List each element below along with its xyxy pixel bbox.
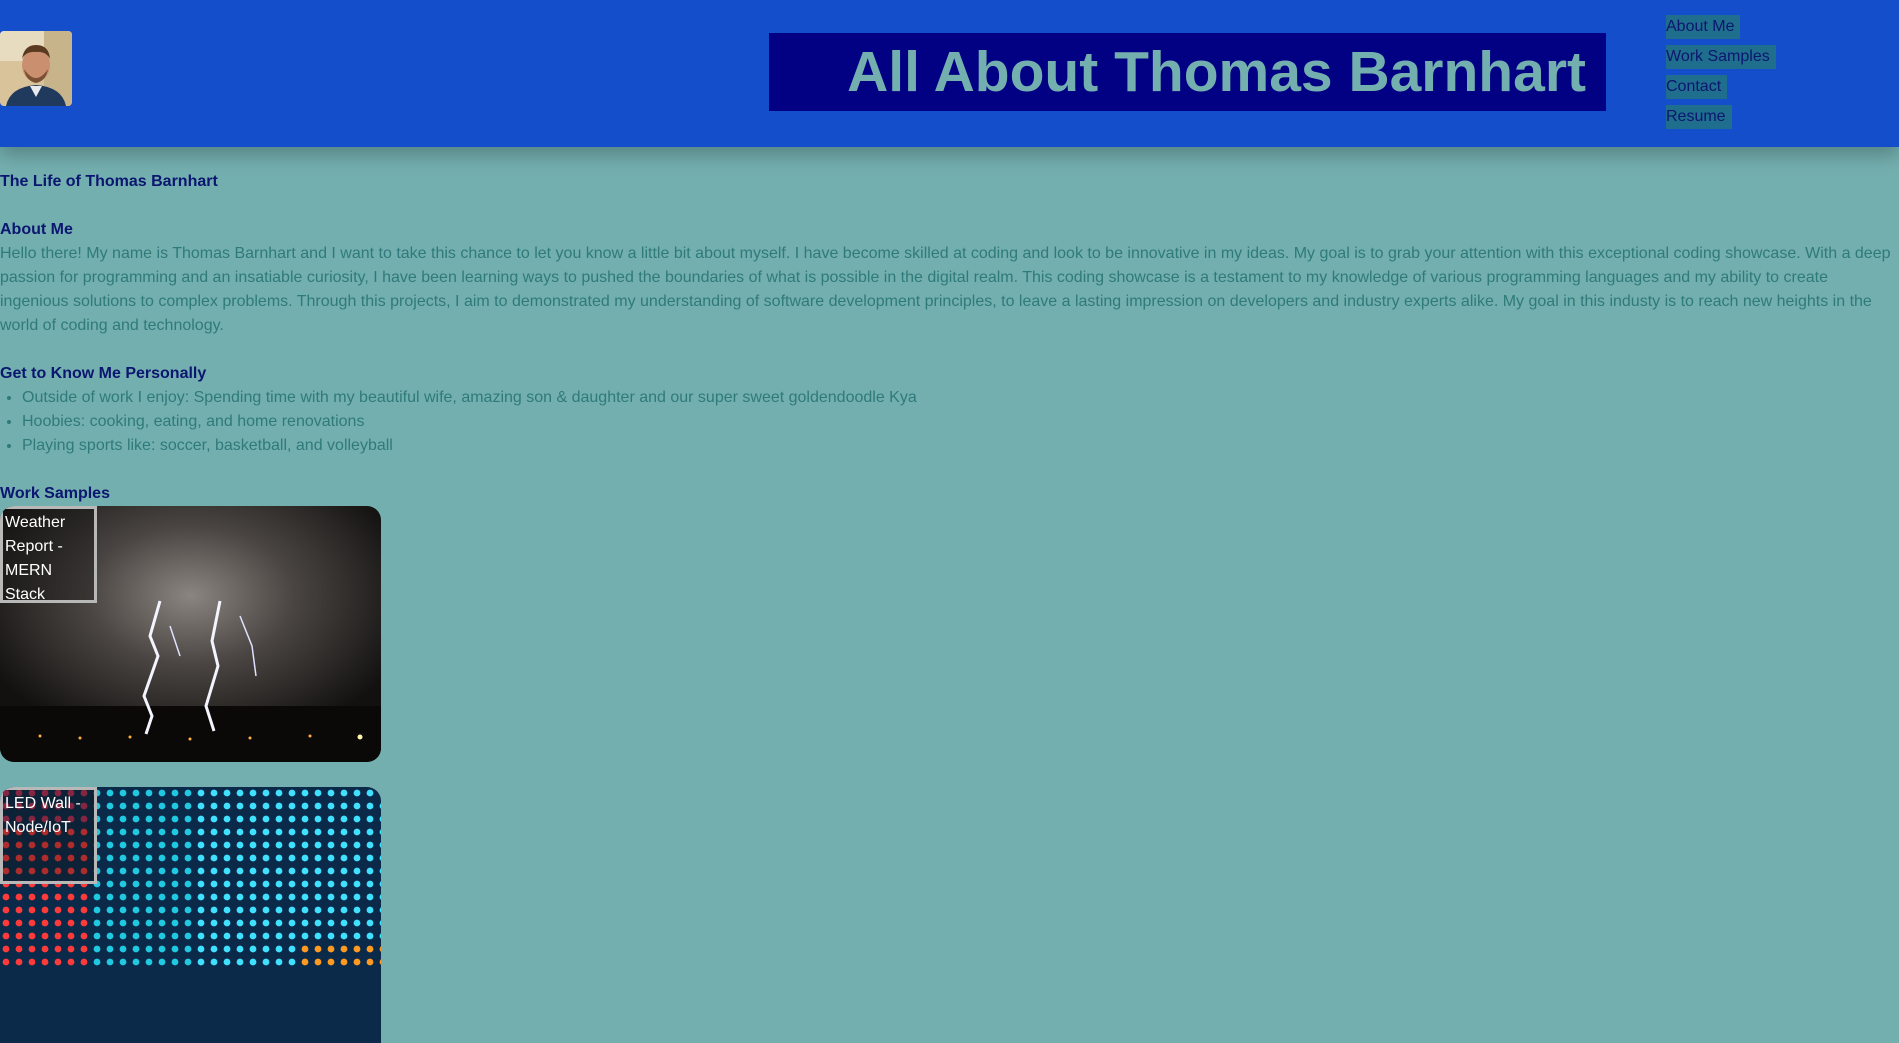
list-item: Playing sports like: soccer, basketball,… xyxy=(22,434,1899,458)
main-nav: About Me Work Samples Contact Resume xyxy=(1666,15,1776,135)
work-sample-card-led-wall[interactable]: LED Wall - Node/IoT xyxy=(0,787,381,1043)
work-sample-label: Weather Report - MERN Stack xyxy=(0,506,97,603)
personal-heading: Get to Know Me Personally xyxy=(0,365,207,382)
avatar xyxy=(0,31,72,106)
site-header: All About Thomas Barnhart About Me Work … xyxy=(0,0,1899,147)
work-sample-card-weather[interactable]: Weather Report - MERN Stack xyxy=(0,506,381,762)
title-banner: All About Thomas Barnhart xyxy=(769,33,1606,111)
nav-link-about[interactable]: About Me xyxy=(1666,15,1741,39)
list-item: Hoobies: cooking, eating, and home renov… xyxy=(22,410,1899,434)
nav-link-resume[interactable]: Resume xyxy=(1666,105,1732,129)
about-heading: About Me xyxy=(0,221,73,238)
list-item: Outside of work I enjoy: Spending time w… xyxy=(22,386,1899,410)
about-text: Hello there! My name is Thomas Barnhart … xyxy=(0,245,1891,334)
life-heading: The Life of Thomas Barnhart xyxy=(0,173,218,190)
personal-list: Outside of work I enjoy: Spending time w… xyxy=(0,386,1899,458)
main-content: The Life of Thomas Barnhart About Me Hel… xyxy=(0,170,1899,1043)
nav-link-contact[interactable]: Contact xyxy=(1666,75,1728,99)
work-samples-heading: Work Samples xyxy=(0,485,110,502)
page-title: All About Thomas Barnhart xyxy=(847,40,1586,104)
work-sample-label: LED Wall - Node/IoT xyxy=(0,787,97,884)
nav-link-work-samples[interactable]: Work Samples xyxy=(1666,45,1776,69)
